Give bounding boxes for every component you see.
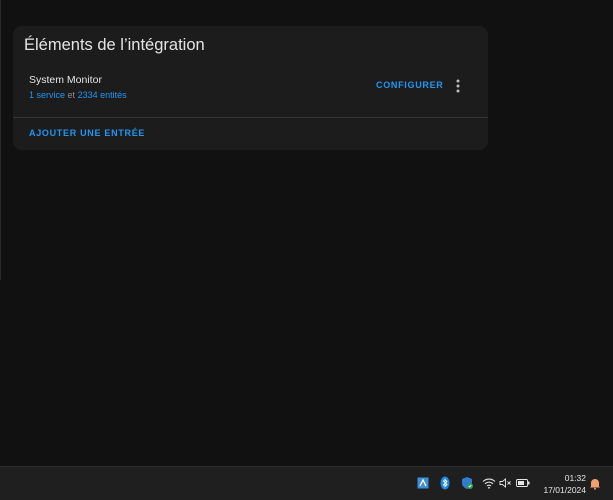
volume-muted-icon[interactable] [499, 476, 513, 490]
services-link[interactable]: 1 service [29, 90, 65, 100]
taskbar: 01:32 17/01/2024 [0, 466, 613, 500]
left-edge-divider [0, 0, 1, 280]
system-clock[interactable]: 01:32 17/01/2024 [536, 472, 586, 496]
entities-link[interactable]: 2334 entités [78, 90, 127, 100]
conjunction-text: et [67, 90, 76, 100]
card-title: Éléments de l’intégration [24, 36, 205, 54]
clock-date: 17/01/2024 [543, 485, 586, 495]
integration-entries-card: Éléments de l’intégration System Monitor… [13, 26, 488, 150]
integration-entry[interactable]: System Monitor 1 service et 2334 entités… [13, 66, 488, 117]
remote-desktop-icon[interactable] [416, 476, 430, 490]
app-viewport: Éléments de l’intégration System Monitor… [0, 0, 613, 500]
bluetooth-icon[interactable] [438, 476, 452, 490]
more-options-icon[interactable] [450, 75, 466, 97]
add-entry-button[interactable]: AJOUTER UNE ENTRÉE [29, 128, 145, 138]
notifications-bell-icon[interactable] [588, 476, 602, 490]
card-divider [13, 117, 488, 118]
windows-security-icon[interactable] [460, 476, 474, 490]
wifi-icon[interactable] [482, 476, 496, 490]
entry-summary: 1 service et 2334 entités [29, 90, 127, 100]
entry-name: System Monitor [29, 74, 102, 86]
configure-button[interactable]: CONFIGURER [376, 80, 444, 90]
clock-time: 01:32 [564, 473, 586, 483]
battery-icon[interactable] [516, 476, 530, 490]
